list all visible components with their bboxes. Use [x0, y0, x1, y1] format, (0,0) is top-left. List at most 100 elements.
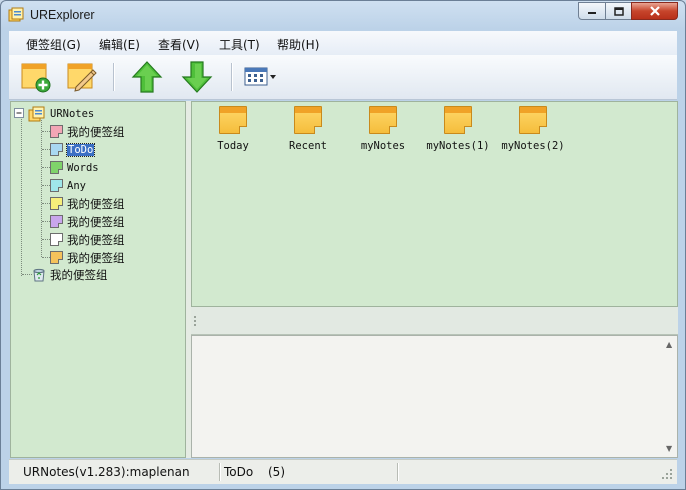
window-title: URExplorer	[30, 8, 95, 22]
note-item[interactable]	[285, 106, 331, 134]
close-icon	[649, 6, 660, 16]
app-window: URExplorer 便签组(G) 编辑(E) 查看(V) 工具(T) 帮助(H…	[0, 0, 686, 490]
note-item[interactable]	[360, 106, 406, 134]
note-label: myNotes(1)	[426, 140, 490, 152]
note-pad-icon	[519, 106, 547, 134]
tree-group-label: 我的便签组	[67, 214, 125, 229]
tree-group-item[interactable]: Words	[50, 159, 99, 176]
note-label: Today	[217, 140, 249, 152]
menu-group[interactable]: 便签组(G)	[26, 36, 81, 53]
minimize-icon	[588, 12, 596, 14]
tree-root-label: URNotes	[50, 107, 95, 120]
tree-group-item[interactable]: 我的便签组	[50, 213, 125, 230]
tree-group-item[interactable]: 我的便签组	[50, 195, 125, 212]
tree-connector	[42, 149, 50, 150]
tree-connector	[42, 239, 50, 240]
new-note-group-icon	[21, 63, 51, 93]
note-group-icon	[50, 215, 63, 228]
tree-recycle-row[interactable]: 我的便签组	[32, 266, 108, 283]
note-pad-icon	[444, 106, 472, 134]
maximize-button[interactable]	[605, 2, 632, 20]
edit-note-button[interactable]	[63, 59, 99, 95]
status-count: (5)	[268, 465, 285, 479]
tree-group-label: 我的便签组	[67, 196, 125, 211]
tree-group-label: 我的便签组	[67, 250, 125, 265]
note-group-icon	[50, 161, 63, 174]
tree-group-label: Any	[67, 179, 86, 192]
note-pad-icon	[219, 106, 247, 134]
note-pad-icon	[369, 106, 397, 134]
tree-group-label: Words	[67, 161, 99, 174]
minimize-button[interactable]	[578, 2, 606, 20]
note-label: myNotes	[360, 140, 406, 152]
scroll-up-arrow-icon[interactable]: ▲	[666, 340, 672, 349]
recycle-bin-label: 我的便签组	[50, 267, 108, 282]
notebook-root-icon	[28, 106, 45, 121]
menu-edit[interactable]: 编辑(E)	[99, 36, 140, 53]
tree-connector	[42, 203, 50, 204]
status-separator	[397, 463, 398, 481]
horizontal-splitter[interactable]	[191, 307, 678, 335]
tree-connector	[22, 274, 32, 275]
edit-note-icon	[67, 63, 97, 92]
tree-connector	[42, 131, 50, 132]
group-tree-pane[interactable]: URNotes 我的便签组 ToDo Words Any 我的便签组 我的便签组 我的便签组…	[10, 101, 186, 458]
toolbar	[9, 55, 677, 100]
splitter-grip	[194, 316, 196, 318]
toolbar-separator	[113, 63, 114, 91]
note-group-icon	[50, 125, 63, 138]
move-down-button[interactable]	[179, 59, 215, 95]
resize-grip-icon[interactable]	[661, 468, 673, 480]
menu-help[interactable]: 帮助(H)	[277, 36, 319, 53]
tree-connector	[42, 257, 50, 258]
tree-connector	[41, 120, 42, 257]
splitter-grip	[194, 320, 196, 322]
toolbar-separator	[231, 63, 232, 91]
menu-tools[interactable]: 工具(T)	[219, 36, 260, 53]
note-group-icon	[50, 251, 63, 264]
move-down-arrow-icon	[181, 61, 213, 93]
menu-view[interactable]: 查看(V)	[158, 36, 200, 53]
app-icon	[8, 7, 24, 22]
notes-icon-pane[interactable]: Today Recent myNotes myNotes(1) myNotes(2)	[191, 101, 678, 307]
tree-group-item[interactable]: Any	[50, 177, 86, 194]
status-separator	[219, 463, 220, 481]
tree-group-label: 我的便签组	[67, 232, 125, 247]
move-up-arrow-icon	[131, 61, 163, 93]
collapse-toggle-icon[interactable]	[14, 108, 25, 119]
title-bar[interactable]: URExplorer	[1, 1, 685, 31]
tree-group-label: 我的便签组	[67, 124, 125, 139]
scroll-down-arrow-icon[interactable]: ▼	[666, 444, 672, 453]
tree-connector	[21, 116, 22, 276]
tree-group-item[interactable]: ToDo	[50, 141, 96, 158]
status-group: ToDo	[224, 465, 254, 479]
close-button[interactable]	[631, 2, 678, 20]
note-group-icon	[50, 197, 63, 210]
menu-bar: 便签组(G) 编辑(E) 查看(V) 工具(T) 帮助(H)	[9, 31, 677, 55]
note-label: myNotes(2)	[501, 140, 565, 152]
note-group-icon	[50, 179, 63, 192]
note-pad-icon	[294, 106, 322, 134]
note-preview-pane[interactable]: ▲ ▼	[191, 335, 678, 458]
new-note-group-button[interactable]	[17, 59, 53, 95]
tree-group-item[interactable]: 我的便签组	[50, 123, 125, 140]
tree-group-label: ToDo	[65, 142, 96, 157]
maximize-icon	[613, 6, 624, 16]
tree-connector	[42, 221, 50, 222]
tree-group-item[interactable]: 我的便签组	[50, 249, 125, 266]
status-bar: URNotes(v1.283):maplenan ToDo (5)	[9, 459, 677, 484]
status-app-info: URNotes(v1.283):maplenan	[23, 465, 190, 479]
note-item[interactable]	[435, 106, 481, 134]
note-group-icon	[50, 233, 63, 246]
tree-root-row[interactable]: URNotes	[14, 105, 94, 122]
tree-group-item[interactable]: 我的便签组	[50, 231, 125, 248]
splitter-grip	[194, 324, 196, 326]
note-item[interactable]	[210, 106, 256, 134]
tree-connector	[42, 167, 50, 168]
note-label: Recent	[289, 140, 327, 152]
view-mode-icon	[244, 67, 276, 86]
note-item[interactable]	[510, 106, 556, 134]
move-up-button[interactable]	[129, 59, 165, 95]
note-group-icon	[50, 143, 63, 156]
view-mode-button[interactable]	[241, 59, 281, 95]
